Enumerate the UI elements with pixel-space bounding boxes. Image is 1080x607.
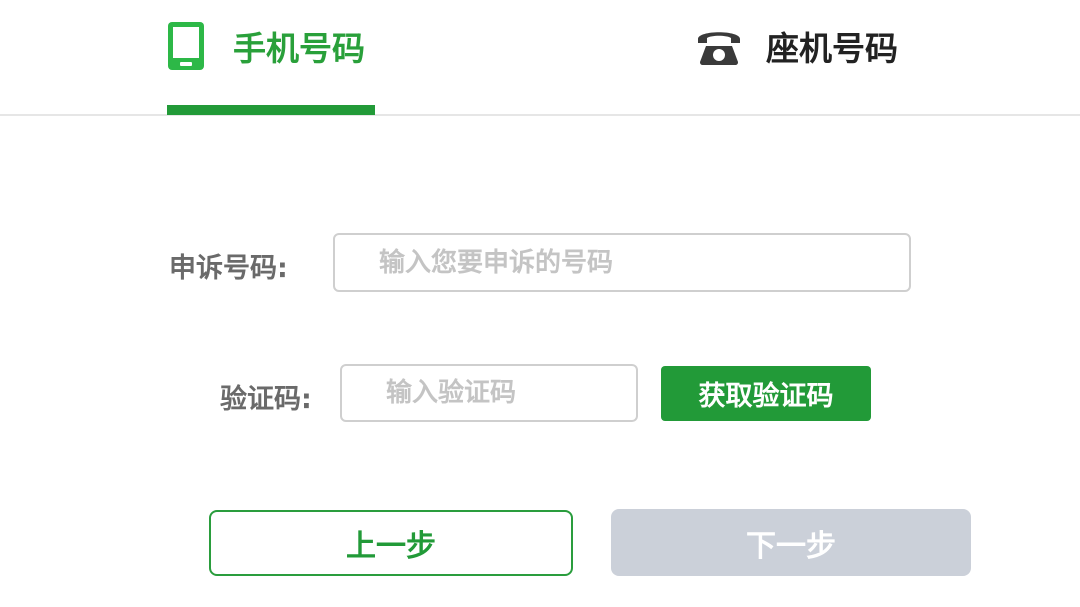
tab-mobile-label: 手机号码 (233, 29, 365, 68)
get-verification-code-button[interactable]: 获取验证码 (661, 366, 871, 421)
appeal-number-label: 申诉号码: (169, 253, 288, 284)
tab-mobile-number[interactable]: 手机号码 (167, 0, 375, 114)
tab-landline-number[interactable]: 座机号码 (696, 0, 936, 114)
landline-phone-icon (698, 32, 740, 65)
tab-bar: 手机号码 座机号码 (0, 0, 1080, 116)
next-step-button[interactable]: 下一步 (611, 509, 971, 576)
verification-code-input[interactable] (340, 364, 638, 422)
active-tab-indicator (167, 105, 375, 115)
appeal-number-input[interactable] (333, 233, 911, 292)
verification-code-label: 验证码: (220, 384, 312, 415)
appeal-page: 手机号码 座机号码 申诉号码: 验证码: 获取验证码 上一步 下一步 (0, 0, 1080, 607)
mobile-phone-icon (168, 22, 204, 70)
previous-step-button[interactable]: 上一步 (209, 510, 573, 576)
tab-landline-label: 座机号码 (766, 29, 898, 68)
